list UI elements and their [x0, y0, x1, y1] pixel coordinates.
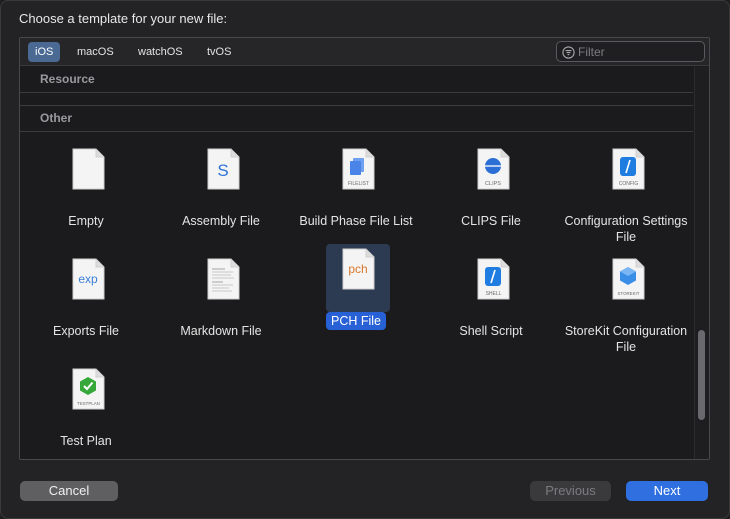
- icon-glyph: pch: [348, 262, 367, 276]
- template-label: Exports File: [53, 324, 119, 338]
- template-label: Test Plan: [60, 434, 112, 448]
- filter-field[interactable]: [556, 41, 705, 62]
- filelist-icon: FILELIST: [326, 144, 390, 212]
- assembly-file-icon: S: [191, 144, 255, 212]
- icon-glyph: STOREKIT: [618, 291, 640, 296]
- template-pch-file[interactable]: pch PCH File: [296, 244, 416, 348]
- template-configuration-settings-file[interactable]: CONFIG Configuration Settings File: [564, 144, 688, 248]
- tab-tvos[interactable]: tvOS: [200, 42, 238, 62]
- previous-button: Previous: [530, 481, 611, 501]
- template-label: PCH File: [325, 312, 386, 330]
- template-panel: iOS macOS watchOS tvOS Resource Other: [19, 37, 710, 460]
- tab-watchos[interactable]: watchOS: [131, 42, 190, 62]
- template-storekit-configuration-file[interactable]: STOREKIT StoreKit Configuration File: [564, 254, 688, 358]
- storekit-file-icon: STOREKIT: [596, 254, 660, 322]
- template-build-phase-file-list[interactable]: FILELIST Build Phase File List: [296, 144, 416, 248]
- template-markdown-file[interactable]: Markdown File: [161, 254, 281, 358]
- section-divider: [20, 131, 693, 132]
- template-label: Assembly File: [182, 214, 260, 228]
- filter-input[interactable]: [578, 44, 698, 59]
- config-file-icon: CONFIG: [596, 144, 660, 212]
- platform-tab-bar: iOS macOS watchOS tvOS: [20, 38, 709, 66]
- icon-glyph: CONFIG: [619, 181, 639, 187]
- template-assembly-file[interactable]: S Assembly File: [161, 144, 281, 248]
- icon-glyph: FILELIST: [348, 181, 369, 187]
- pch-file-icon: pch: [326, 244, 390, 312]
- template-exports-file[interactable]: exp Exports File: [26, 254, 146, 358]
- icon-glyph: TESTPLAN: [77, 401, 100, 406]
- tab-macos[interactable]: macOS: [70, 42, 121, 62]
- template-clips-file[interactable]: CLIPS CLIPS File: [431, 144, 551, 248]
- cancel-button[interactable]: Cancel: [20, 481, 118, 501]
- template-test-plan[interactable]: TESTPLAN Test Plan: [26, 364, 146, 459]
- section-header-resource: Resource: [40, 72, 95, 86]
- exports-file-icon: exp: [56, 254, 120, 322]
- template-empty[interactable]: Empty: [26, 144, 146, 248]
- next-button[interactable]: Next: [626, 481, 708, 501]
- test-plan-icon: TESTPLAN: [56, 364, 120, 432]
- icon-glyph: exp: [78, 272, 98, 286]
- template-label: Markdown File: [180, 324, 262, 338]
- template-label: CLIPS File: [461, 214, 521, 228]
- template-label: Empty: [68, 214, 104, 228]
- template-label: Build Phase File List: [299, 214, 413, 228]
- scrollbar-thumb[interactable]: [698, 330, 705, 420]
- template-label: StoreKit Configuration File: [564, 324, 688, 354]
- template-label: Configuration Settings File: [564, 214, 688, 244]
- icon-glyph: SHELL: [486, 291, 502, 297]
- empty-file-icon: [56, 144, 120, 212]
- section-header-other: Other: [40, 111, 73, 125]
- markdown-file-icon: [191, 254, 255, 322]
- icon-glyph: CLIPS: [485, 181, 501, 187]
- section-divider: [20, 92, 693, 93]
- clips-file-icon: CLIPS: [461, 144, 525, 212]
- shell-script-icon: SHELL: [461, 254, 525, 322]
- filter-icon: [562, 46, 575, 59]
- tab-ios[interactable]: iOS: [28, 42, 61, 62]
- template-chooser-sheet: Choose a template for your new file: iOS…: [0, 0, 730, 519]
- section-divider: [20, 105, 693, 106]
- template-label: Shell Script: [459, 324, 523, 338]
- dialog-title: Choose a template for your new file:: [19, 11, 228, 26]
- icon-glyph: S: [217, 161, 228, 180]
- template-shell-script[interactable]: SHELL Shell Script: [431, 254, 551, 358]
